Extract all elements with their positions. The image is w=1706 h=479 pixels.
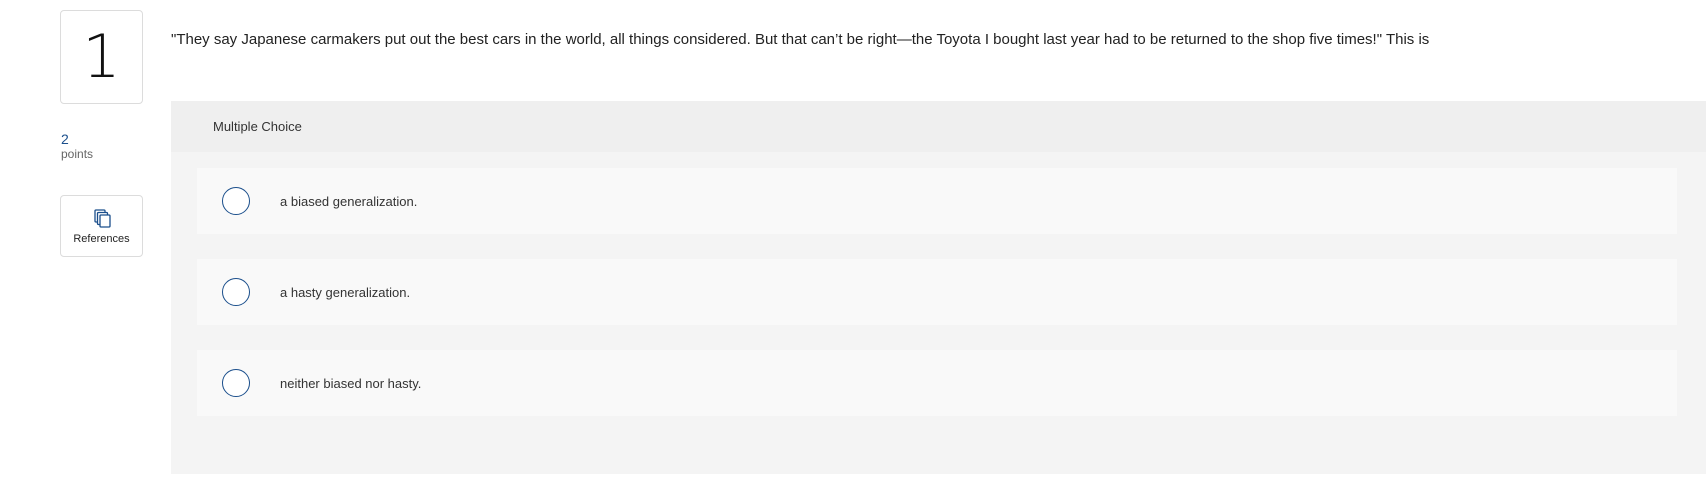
radio-button[interactable]: [222, 278, 250, 306]
question-prompt: "They say Japanese carmakers put out the…: [171, 31, 1430, 48]
radio-button[interactable]: [222, 187, 250, 215]
answer-option-label: a biased generalization.: [280, 193, 418, 209]
answer-option-label: a hasty generalization.: [280, 284, 411, 300]
question-number: 1: [82, 22, 121, 92]
references-label: References: [73, 232, 130, 245]
answer-option-1[interactable]: a biased generalization.: [197, 168, 1677, 234]
answer-option-2[interactable]: a hasty generalization.: [197, 259, 1677, 325]
radio-button[interactable]: [222, 369, 250, 397]
question-page: 1 2 points References "They say Japanese…: [0, 0, 1706, 479]
copy-documents-icon: [93, 208, 111, 228]
points-label: points: [61, 147, 94, 161]
points-value: 2: [61, 131, 69, 147]
points-indicator: 2 points: [61, 131, 93, 161]
question-type-label: Multiple Choice: [213, 119, 302, 134]
references-button[interactable]: References: [60, 195, 143, 257]
answer-option-label: neither biased nor hasty.: [280, 375, 422, 391]
multiple-choice-header: Multiple Choice: [171, 101, 1706, 152]
question-number-box: 1: [60, 10, 143, 104]
answer-option-3[interactable]: neither biased nor hasty.: [197, 350, 1677, 416]
multiple-choice-panel: Multiple Choice a biased generalization.…: [171, 101, 1706, 474]
